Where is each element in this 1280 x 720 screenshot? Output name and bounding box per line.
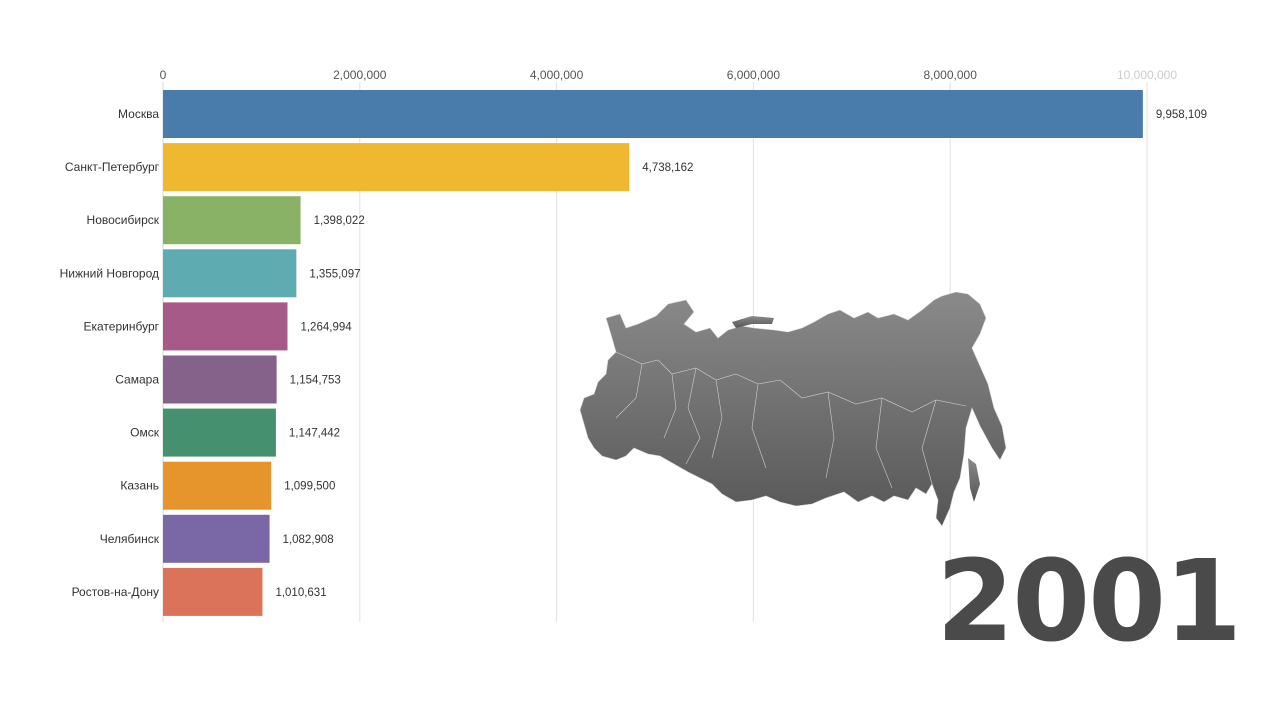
x-tick-label: 10,000,000 [1117, 68, 1177, 82]
category-label: Нижний Новгород [60, 266, 159, 280]
bar [163, 567, 263, 616]
category-label: Санкт-Петербург [65, 160, 160, 174]
axis-ticks: 0 2,000,000 4,000,000 6,000,000 8,000,000 10,… [160, 68, 1178, 82]
bar [163, 90, 1143, 138]
russia-map-shape [579, 291, 1007, 527]
category-label: Челябинск [100, 532, 160, 546]
value-label: 1,082,908 [283, 534, 334, 546]
x-tick-label: 0 [160, 68, 167, 82]
x-tick-label: 4,000,000 [530, 68, 584, 82]
x-tick-label: 2,000,000 [333, 68, 387, 82]
category-label: Москва [118, 107, 159, 121]
value-label: 1,398,022 [314, 215, 365, 227]
value-label: 1,154,753 [290, 375, 341, 387]
value-label: 1,099,500 [284, 481, 335, 493]
bar [163, 143, 630, 192]
value-label: 1,264,994 [300, 321, 352, 333]
bar [163, 408, 276, 457]
category-label: Казань [120, 479, 159, 493]
year-label: 2001 [936, 537, 1242, 667]
value-label: 9,958,109 [1156, 109, 1207, 121]
category-label: Новосибирск [87, 213, 160, 227]
value-label: 4,738,162 [642, 162, 693, 174]
value-label: 1,355,097 [309, 268, 360, 280]
bar [163, 249, 297, 298]
category-label: Екатеринбург [84, 319, 160, 333]
bar [163, 461, 272, 510]
bar [163, 355, 277, 404]
bar [163, 196, 301, 245]
novaya-zemlya-island [732, 316, 774, 328]
category-label: Самара [115, 373, 159, 387]
value-label: 1,010,631 [275, 587, 326, 599]
category-label: Ростов-на-Дону [72, 585, 159, 599]
bar [163, 514, 270, 563]
category-labels: Москва Санкт-Петербург Новосибирск Нижний Н… [60, 107, 160, 599]
x-tick-label: 6,000,000 [727, 68, 781, 82]
value-label: 1,147,442 [289, 428, 340, 440]
x-tick-label: 8,000,000 [924, 68, 978, 82]
russia-map-icon [579, 291, 1007, 527]
sakhalin-island [968, 458, 980, 502]
category-label: Омск [130, 426, 160, 440]
bar [163, 302, 288, 351]
